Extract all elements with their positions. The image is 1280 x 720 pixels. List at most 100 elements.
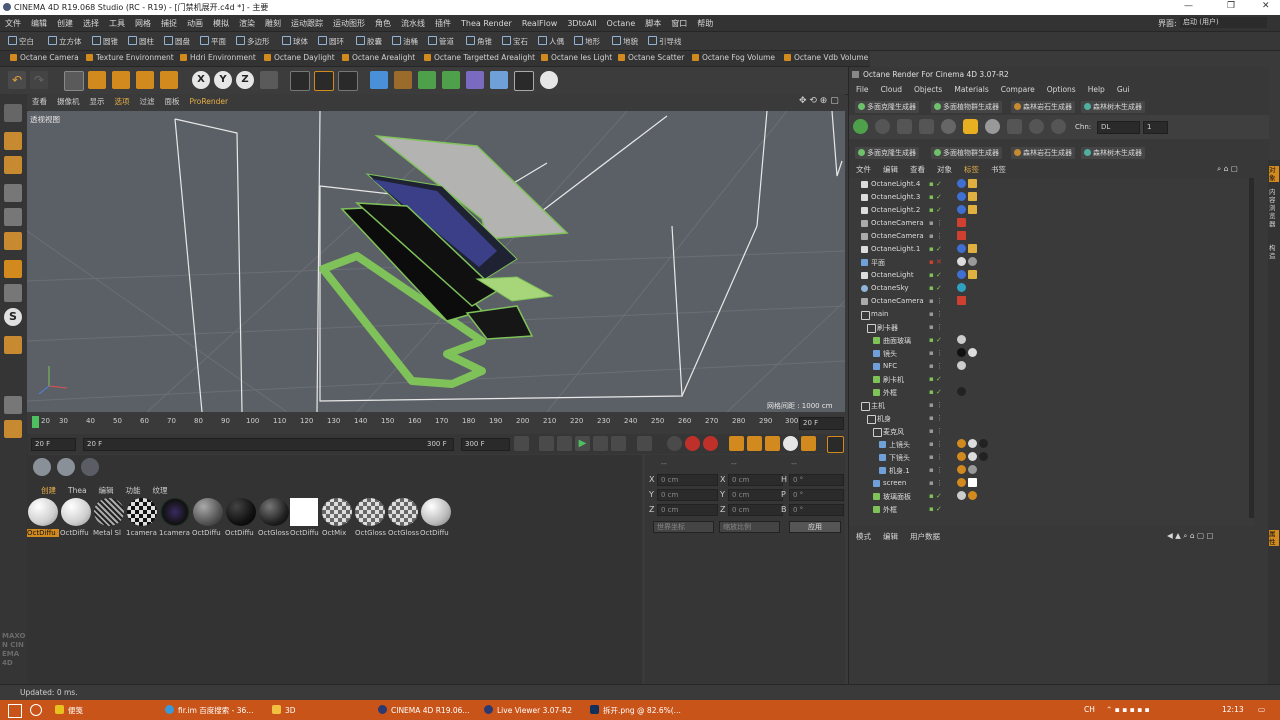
visibility-flags[interactable]: ▪ ⋮: [929, 414, 951, 423]
taskbar-item-photoshop[interactable]: 拆开.png @ 82.6%(...: [590, 705, 681, 716]
cube-object-icon[interactable]: [370, 71, 388, 89]
goto-end-icon[interactable]: [637, 436, 652, 451]
object-row[interactable]: OctaneCamera ▪ ⋮: [849, 295, 1254, 308]
current-frame-field[interactable]: 20 F: [799, 417, 844, 430]
menu-item[interactable]: 选择: [78, 15, 104, 29]
timeline-ruler[interactable]: 20 30 40 50 60 70 80 90 100 110 120 130 …: [27, 412, 845, 434]
taskbar-item-notes[interactable]: 便笺: [55, 705, 83, 716]
material-thumbnail[interactable]: [259, 498, 289, 526]
material-thumbnail[interactable]: [322, 498, 352, 526]
menu-item[interactable]: 网格: [130, 15, 156, 29]
redo-icon[interactable]: ↷: [30, 71, 48, 89]
material-menu-item[interactable]: Thea: [62, 484, 93, 495]
multi-clone-generator-button[interactable]: 多面克隆生成器: [855, 147, 919, 159]
settings-gear-icon[interactable]: [941, 119, 956, 134]
record-off-icon[interactable]: [667, 436, 682, 451]
lock-icon[interactable]: [4, 396, 22, 414]
object-row[interactable]: main ▪ ⋮: [849, 308, 1254, 321]
floor-icon[interactable]: [490, 71, 508, 89]
lock-icon[interactable]: [963, 119, 978, 134]
tool-tube[interactable]: 管道: [428, 36, 454, 47]
visibility-flags[interactable]: ▪ ✓: [929, 180, 951, 189]
object-search-icon[interactable]: ⌕ ⌂ ▢: [1217, 164, 1238, 174]
tool-landscape[interactable]: 地形: [574, 36, 600, 47]
octane-menu-item[interactable]: Gui: [1110, 84, 1135, 94]
plant-generator-button[interactable]: 多面植物群生成器: [931, 101, 1002, 113]
object-row[interactable]: 平面 ▪ ✕: [849, 256, 1254, 269]
layout-select[interactable]: 启动 (用户): [1180, 17, 1267, 28]
tool-oiltank[interactable]: 油桶: [392, 36, 418, 47]
object-row[interactable]: OctaneSky ▪ ✓: [849, 282, 1254, 295]
position-z-field[interactable]: 0 cm: [657, 504, 718, 516]
viewport-menu-item[interactable]: 查看: [27, 94, 52, 107]
coord-system-icon[interactable]: [260, 71, 278, 89]
menu-item[interactable]: 角色: [370, 15, 396, 29]
goto-start-icon[interactable]: [514, 436, 529, 451]
material-thumbnail[interactable]: [127, 498, 157, 526]
menu-item[interactable]: 帮助: [692, 15, 718, 29]
position-x-field[interactable]: 0 cm: [657, 474, 718, 486]
tool-platonic[interactable]: 宝石: [502, 36, 528, 47]
menu-item[interactable]: 脚本: [640, 15, 666, 29]
visibility-flags[interactable]: ▪ ✓: [929, 388, 951, 397]
tool-figure[interactable]: 人偶: [538, 36, 564, 47]
object-row[interactable]: 曲面玻璃 ▪ ✓: [849, 334, 1254, 347]
octane-fog-volume-button[interactable]: Octane Fog Volume: [692, 53, 775, 62]
object-menu-item[interactable]: 标签: [957, 164, 984, 175]
viewport-menu-item[interactable]: 选项: [110, 94, 135, 107]
material-menu-item[interactable]: 创建: [35, 483, 62, 496]
object-row[interactable]: screen ▪ ⋮: [849, 477, 1254, 490]
visibility-flags[interactable]: ▪ ⋮: [929, 479, 951, 488]
menu-item[interactable]: 创建: [52, 15, 78, 29]
key-param-icon[interactable]: [783, 436, 798, 451]
grid-snap-icon[interactable]: [4, 420, 22, 438]
pick-focus-icon[interactable]: [1029, 119, 1044, 134]
menu-item[interactable]: 动画: [182, 15, 208, 29]
menu-item[interactable]: 运动图形: [328, 15, 370, 29]
object-row[interactable]: 刷卡器 ▪ ⋮: [849, 321, 1254, 334]
octane-menu-item[interactable]: Objects: [907, 84, 947, 94]
object-row[interactable]: 下镜头 ▪ ⋮: [849, 451, 1254, 464]
axis-mode-icon[interactable]: [4, 260, 22, 278]
material-thumbnail[interactable]: [193, 498, 223, 526]
octane-menu-item[interactable]: Options: [1040, 84, 1081, 94]
attribute-menu-item[interactable]: 用户数据: [903, 531, 945, 542]
menu-item[interactable]: Octane: [602, 16, 641, 28]
visibility-flags[interactable]: ▪ ⋮: [929, 453, 951, 462]
menu-item[interactable]: 运动跟踪: [286, 15, 328, 29]
visibility-flags[interactable]: ▪ ✓: [929, 375, 951, 384]
prev-frame-icon[interactable]: [557, 436, 572, 451]
material-ball-icon[interactable]: [985, 119, 1000, 134]
object-row[interactable]: 外框 ▪ ✓: [849, 503, 1254, 516]
ime-indicator[interactable]: CH: [1084, 705, 1095, 714]
visibility-flags[interactable]: ▪ ✓: [929, 505, 951, 514]
deformer-icon[interactable]: [466, 71, 484, 89]
object-row[interactable]: 上镜头 ▪ ⋮: [849, 438, 1254, 451]
visibility-flags[interactable]: ▪ ⋮: [929, 427, 951, 436]
taskbar-item-liveviewer[interactable]: Live Viewer 3.07-R2: [484, 705, 572, 715]
menu-item[interactable]: 流水线: [396, 15, 430, 29]
rotation-h-field[interactable]: 0 °: [789, 474, 844, 486]
material-menu-item[interactable]: 编辑: [93, 483, 120, 496]
tree-generator-button[interactable]: 森林树木生成器: [1081, 101, 1145, 113]
rotation-p-field[interactable]: 0 °: [789, 489, 844, 501]
taskbar-item-folder[interactable]: 3D: [272, 705, 296, 715]
object-menu-item[interactable]: 书签: [984, 164, 1011, 175]
size-z-field[interactable]: 0 cm: [728, 504, 783, 516]
object-row[interactable]: 玻璃面板 ▪ ✓: [849, 490, 1254, 503]
object-row[interactable]: OctaneCamera ▪ ⋮: [849, 217, 1254, 230]
visibility-flags[interactable]: ▪ ✓: [929, 193, 951, 202]
multi-clone-generator-button[interactable]: 多面克隆生成器: [855, 101, 919, 113]
visibility-flags[interactable]: ▪ ✓: [929, 284, 951, 293]
object-row[interactable]: OctaneCamera ▪ ⋮: [849, 230, 1254, 243]
key-rotate-icon[interactable]: [765, 436, 780, 451]
render-picture-icon[interactable]: [314, 71, 334, 91]
start-button-icon[interactable]: [8, 704, 22, 718]
undo-icon[interactable]: ↶: [8, 71, 26, 89]
pen-icon[interactable]: [394, 71, 412, 89]
tool-cylinder[interactable]: 圆柱: [128, 36, 154, 47]
subdivision-icon[interactable]: [418, 71, 436, 89]
material-sphere-icon[interactable]: [33, 458, 51, 476]
hdri-environment-button[interactable]: Hdri Environment: [180, 53, 256, 62]
object-row[interactable]: 主机 ▪ ⋮: [849, 399, 1254, 412]
